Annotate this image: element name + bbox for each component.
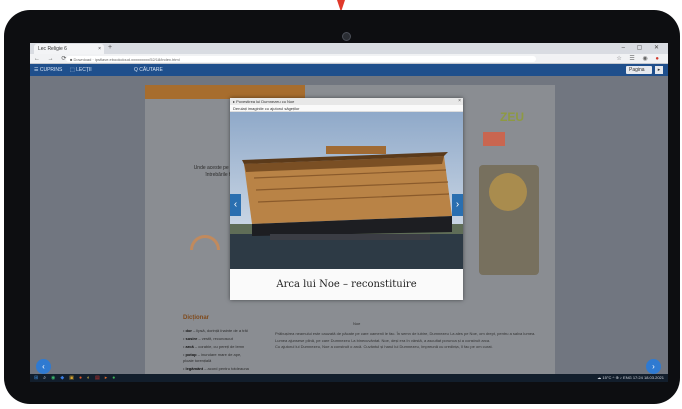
taskbar-apps: ⊞ ⌕ ◉ ◆ ▣ ● ◐ ▤ ▸ ● bbox=[34, 375, 120, 381]
clock-time[interactable]: 17:24 bbox=[633, 375, 643, 380]
url-field[interactable]: ■ Download · ipsflave.ebookcloud.xxxxxxx… bbox=[66, 56, 536, 62]
clock-date[interactable]: 18.03.2021 bbox=[644, 375, 664, 380]
image-caption: Noe bbox=[353, 321, 361, 326]
dictionary-list: • dor – lipsă, dorință înainte de a trăi… bbox=[183, 328, 251, 374]
previous-image-button[interactable]: ‹ bbox=[230, 194, 241, 216]
next-image-button[interactable]: › bbox=[452, 194, 463, 216]
new-tab-button[interactable]: + bbox=[108, 44, 112, 52]
system-tray: ☁ 15°C ^ ⊕ ♪ ENG 17:24 18.03.2021 bbox=[597, 375, 664, 380]
paragraph: Prăbușirea neamului este cauzată de păca… bbox=[275, 331, 536, 336]
browser-tab-bar: Lec Religie 6 × + – ▢ ✕ bbox=[30, 43, 668, 54]
window-controls[interactable]: – ▢ ✕ bbox=[622, 44, 664, 51]
dictionary-item: • legământ – acord pentru totdeauna bbox=[183, 366, 249, 371]
app-toolbar: ☰ CUPRINS ⬚ LECȚII Q CĂUTARE Pagina ▸ bbox=[30, 64, 668, 76]
nav-buttons[interactable]: ← → ⟳ bbox=[34, 55, 69, 62]
close-tab-icon[interactable]: × bbox=[98, 46, 101, 52]
tray-icons[interactable]: ^ ⊕ ♪ ENG bbox=[612, 375, 631, 380]
extension-icons[interactable]: ☆ ☰ ◉ ● bbox=[616, 55, 662, 62]
taskbar-app-icon[interactable]: ◆ bbox=[60, 375, 64, 381]
modal-title-text: ▸ Povestirea lui Dumnezeu cu Noe bbox=[233, 99, 295, 104]
lesson-title-fragment: ZEU bbox=[500, 110, 524, 124]
ark-photo: ‹ › bbox=[230, 112, 463, 269]
icon-illustration bbox=[479, 165, 539, 275]
weather-widget[interactable]: ☁ 15°C bbox=[597, 375, 611, 380]
toolbar-item-search[interactable]: Q CĂUTARE bbox=[134, 67, 163, 73]
taskbar-app-icon[interactable]: ◉ bbox=[51, 375, 55, 381]
taskbar-app-icon[interactable]: ▤ bbox=[95, 375, 100, 381]
bookmark-icons[interactable]: ☆ ☰ ◉ bbox=[616, 56, 650, 62]
taskbar-app-icon[interactable]: ● bbox=[79, 375, 82, 381]
taskbar: ⊞ ⌕ ◉ ◆ ▣ ● ◐ ▤ ▸ ● ☁ 15°C ^ ⊕ ♪ ENG 17:24 18.03.… bbox=[30, 374, 668, 382]
taskbar-app-icon[interactable]: ● bbox=[112, 375, 115, 381]
taskbar-app-icon[interactable]: ◐ bbox=[87, 375, 90, 381]
paragraph: Cu ajutorul lui Dumnezeu, Noe a construi… bbox=[275, 344, 493, 349]
reader-content: ZEU Unde aceste pe înțele alegi întrebăr… bbox=[30, 76, 668, 382]
close-icon[interactable]: × bbox=[458, 98, 461, 104]
halo bbox=[489, 173, 527, 211]
browser-tab[interactable]: Lec Religie 6 × bbox=[34, 44, 104, 54]
previous-page-button[interactable]: ‹ bbox=[36, 359, 51, 374]
toolbar-item-lessons[interactable]: ⬚ LECȚII bbox=[70, 67, 92, 73]
dictionary-item: • sosire – vestit, recunoscut bbox=[183, 336, 233, 341]
taskbar-app-icon[interactable]: ⌕ bbox=[43, 375, 46, 381]
page-number-field[interactable]: Pagina bbox=[626, 66, 652, 74]
dictionary-title: Dicționar bbox=[183, 315, 210, 321]
tab-title: Lec Religie 6 bbox=[38, 46, 67, 52]
gallery-icon[interactable] bbox=[483, 132, 505, 146]
dictionary-item: • potop – inundare mare de ape, ploaie t… bbox=[183, 352, 242, 363]
modal-caption: Arca lui Noe – reconstituire bbox=[276, 279, 417, 290]
lesson-body: Prăbușirea neamului este cauzată de păca… bbox=[275, 331, 545, 351]
next-page-button[interactable]: › bbox=[646, 359, 661, 374]
go-button[interactable]: ▸ bbox=[655, 66, 663, 74]
taskbar-app-icon[interactable]: ⊞ bbox=[34, 375, 38, 381]
taskbar-app-icon[interactable]: ▣ bbox=[69, 375, 74, 381]
dictionary-item: • dor – lipsă, dorință înainte de a trăi bbox=[183, 328, 248, 333]
paragraph: Lumea ajunsese plină, pe care Dumnezeu l… bbox=[275, 337, 491, 343]
modal-title: ▸ Povestirea lui Dumnezeu cu Noe × bbox=[230, 98, 463, 105]
profile-icon[interactable]: ● bbox=[655, 56, 662, 62]
camera-icon bbox=[342, 32, 351, 41]
image-gallery-modal: ▸ Povestirea lui Dumnezeu cu Noe × Derul… bbox=[230, 98, 463, 300]
lesson-header-bar bbox=[145, 85, 305, 99]
toolbar-item-contents[interactable]: ☰ CUPRINS bbox=[34, 67, 62, 73]
taskbar-app-icon[interactable]: ▸ bbox=[105, 375, 108, 381]
photo-frame: Lec Religie 6 × + – ▢ ✕ ← → ⟳ ■ Download… bbox=[0, 0, 682, 409]
tablet-screen: Lec Religie 6 × + – ▢ ✕ ← → ⟳ ■ Download… bbox=[30, 43, 668, 382]
dictionary-item: • arcă – corabie, cu pereți de lemn bbox=[183, 344, 245, 349]
address-bar-row: ← → ⟳ ■ Download · ipsflave.ebookcloud.x… bbox=[30, 54, 668, 64]
modal-instructions: Derulați imaginile cu ajutorul săgeților bbox=[230, 105, 463, 112]
rainbow-illustration bbox=[190, 235, 220, 250]
